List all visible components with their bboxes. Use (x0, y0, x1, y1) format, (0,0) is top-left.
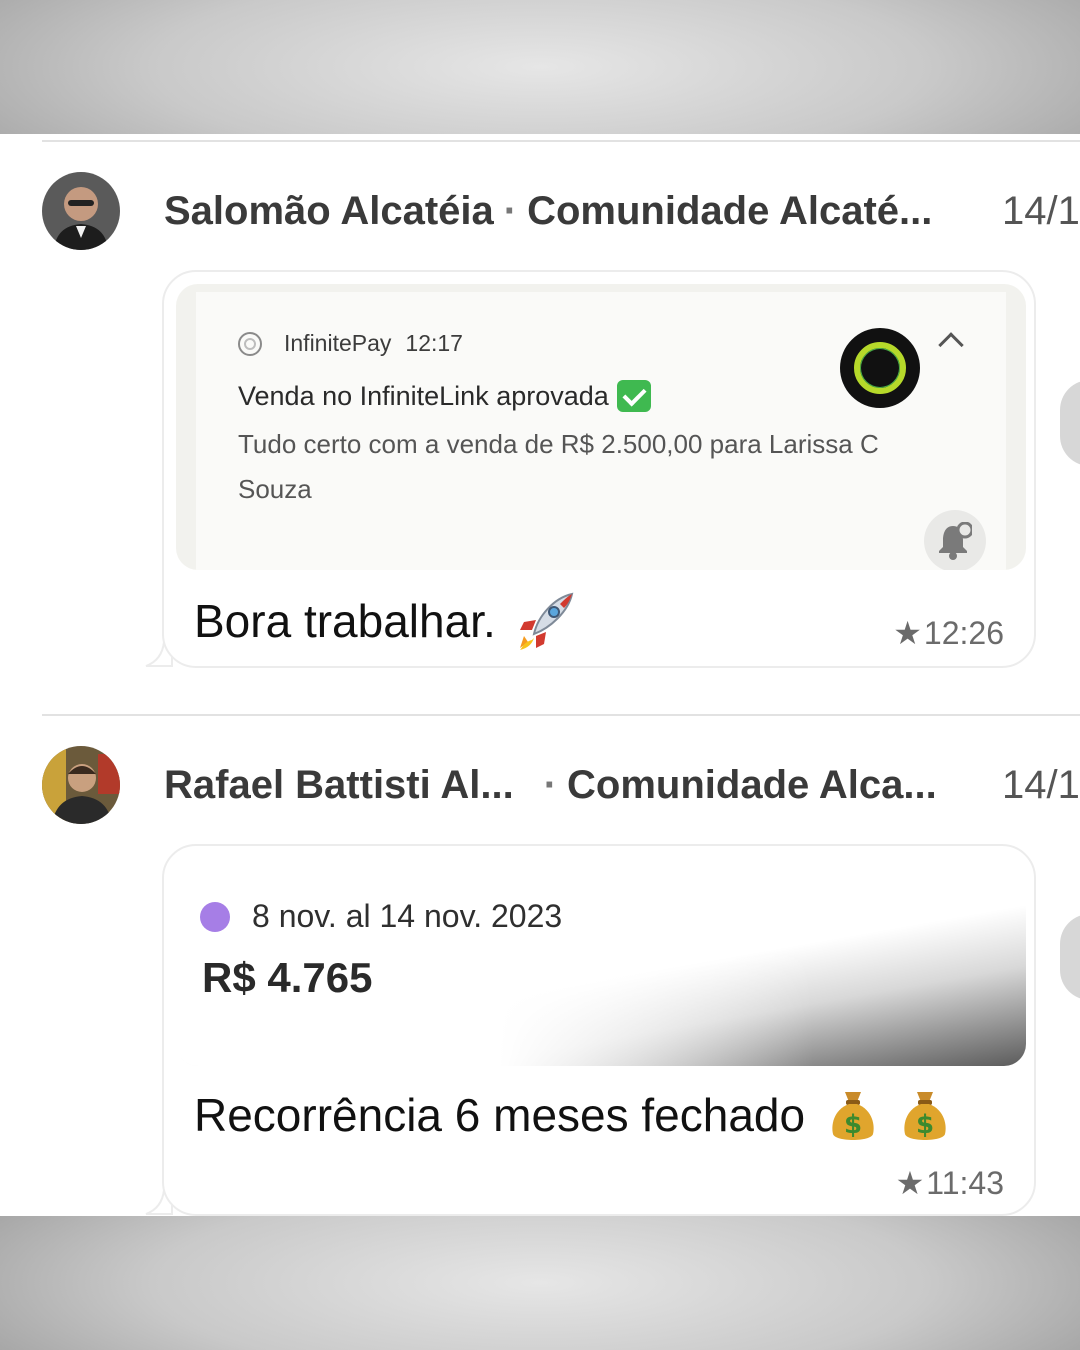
divider (42, 140, 1080, 142)
bell-snooze-icon (924, 510, 986, 570)
message-bubble[interactable]: InfinitePay 12:17 Venda no InfiniteLink … (162, 270, 1036, 668)
notification-app-row: InfinitePay 12:17 (238, 330, 463, 357)
notification-body: Tudo certo com a venda de R$ 2.500,00 pa… (238, 429, 879, 504)
card-amount: R$ 4.765 (202, 954, 373, 1001)
message-bubble[interactable]: 8 nov. al 14 nov. 2023 R$ 4.765 Recorrên… (162, 844, 1036, 1216)
rocket-emoji-icon (519, 592, 574, 650)
message-text: Bora trabalhar. (194, 595, 496, 647)
ring-app-icon (840, 328, 920, 408)
avatar[interactable] (42, 746, 120, 824)
separator: · (543, 762, 558, 807)
card-range-row: 8 nov. al 14 nov. 2023 (200, 898, 562, 935)
group-name[interactable]: Comunidade Alca... (567, 763, 937, 808)
notification-time: 12:17 (405, 330, 463, 356)
message-meta: ★ 11:43 (896, 1164, 1004, 1202)
svg-text:$: $ (916, 1110, 934, 1140)
star-icon: ★ (893, 615, 922, 651)
message-time: 12:26 (923, 614, 1004, 651)
money-bag-emoji-icon: $ (832, 1092, 874, 1140)
group-name[interactable]: Comunidade Alcaté... (527, 189, 932, 234)
infinitepay-icon (238, 331, 262, 356)
notification-app-name: InfinitePay (284, 330, 392, 356)
message-date: 14/1 (1002, 188, 1080, 233)
message-header: Rafael Battisti Al... · Comunidade Alca.… (164, 760, 1080, 810)
message-text-row: Recorrência 6 meses fechado $ $ (194, 1086, 949, 1144)
card-date-range: 8 nov. al 14 nov. 2023 (252, 898, 563, 934)
message-meta: ★ 12:26 (893, 614, 1004, 652)
message-header: Salomão Alcatéia · Comunidade Alcaté... … (164, 186, 1080, 236)
notification-title-row: Venda no InfiniteLink aprovada (238, 380, 651, 412)
money-bag-emoji-icon: $ (904, 1092, 946, 1140)
message-date: 14/1 (1002, 762, 1080, 807)
check-emoji-icon (616, 380, 651, 412)
message-time: 11:43 (926, 1164, 1004, 1201)
notification-screenshot[interactable]: InfinitePay 12:17 Venda no InfiniteLink … (176, 284, 1026, 570)
purple-dot-icon (200, 901, 230, 932)
message-text: Recorrência 6 meses fechado (194, 1089, 806, 1141)
separator: · (503, 188, 518, 233)
reaction-button[interactable] (1060, 914, 1080, 1000)
reaction-button[interactable] (1060, 380, 1080, 466)
star-icon: ★ (895, 1165, 925, 1201)
author-name[interactable]: Salomão Alcatéia (164, 189, 494, 234)
message-text-row: Bora trabalhar. (194, 590, 576, 652)
svg-text:$: $ (844, 1110, 862, 1140)
author-name[interactable]: Rafael Battisti Al... (164, 763, 514, 808)
bottom-blur-band (0, 1216, 1080, 1350)
notification-title: Venda no InfiniteLink aprovada (238, 380, 609, 411)
divider (42, 714, 1080, 716)
avatar[interactable] (42, 172, 120, 250)
top-blur-band (0, 0, 1080, 134)
income-card[interactable]: 8 nov. al 14 nov. 2023 R$ 4.765 (176, 858, 1026, 1066)
